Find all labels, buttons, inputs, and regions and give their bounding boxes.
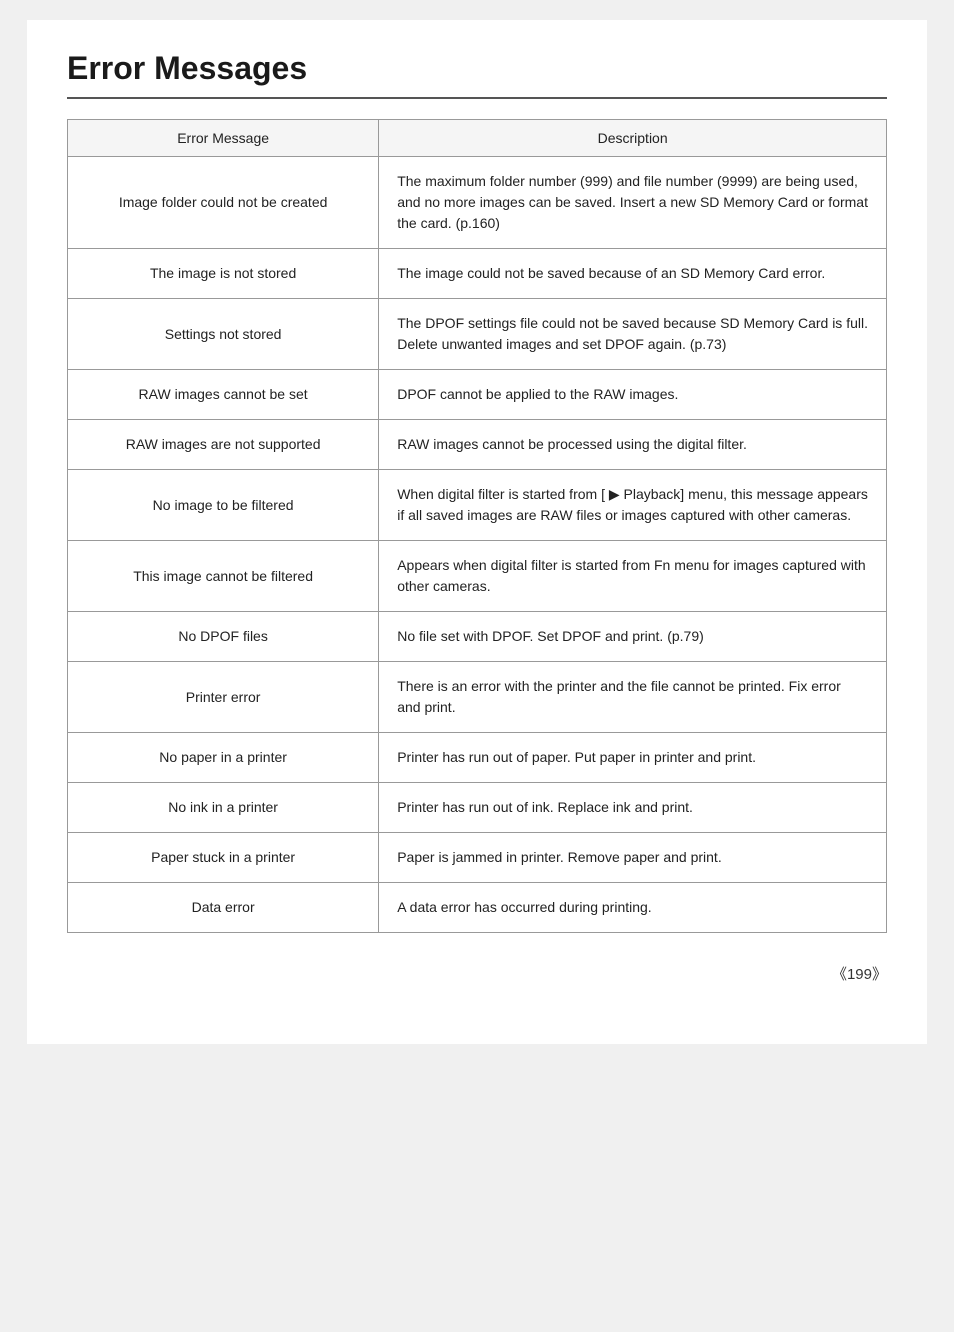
col-error-message-header: Error Message xyxy=(68,120,379,157)
error-message-cell: Image folder could not be created xyxy=(68,157,379,249)
table-row: No image to be filteredWhen digital filt… xyxy=(68,470,887,541)
description-cell: There is an error with the printer and t… xyxy=(379,662,887,733)
description-cell: The maximum folder number (999) and file… xyxy=(379,157,887,249)
table-row: No paper in a printerPrinter has run out… xyxy=(68,733,887,783)
table-row: Image folder could not be createdThe max… xyxy=(68,157,887,249)
error-message-cell: RAW images cannot be set xyxy=(68,370,379,420)
page-number: 《199》 xyxy=(67,963,887,984)
error-message-cell: No ink in a printer xyxy=(68,783,379,833)
description-cell: RAW images cannot be processed using the… xyxy=(379,420,887,470)
description-cell: When digital filter is started from [ ▶ … xyxy=(379,470,887,541)
page-container: Error Messages Error Message Description… xyxy=(27,20,927,1044)
description-cell: No file set with DPOF. Set DPOF and prin… xyxy=(379,612,887,662)
table-row: This image cannot be filteredAppears whe… xyxy=(68,541,887,612)
description-cell: DPOF cannot be applied to the RAW images… xyxy=(379,370,887,420)
table-header-row: Error Message Description xyxy=(68,120,887,157)
error-message-cell: No paper in a printer xyxy=(68,733,379,783)
error-message-cell: This image cannot be filtered xyxy=(68,541,379,612)
description-cell: Appears when digital filter is started f… xyxy=(379,541,887,612)
error-message-cell: Paper stuck in a printer xyxy=(68,833,379,883)
error-message-cell: The image is not stored xyxy=(68,249,379,299)
error-message-cell: Printer error xyxy=(68,662,379,733)
page-title: Error Messages xyxy=(67,50,887,99)
table-row: RAW images are not supportedRAW images c… xyxy=(68,420,887,470)
table-row: Settings not storedThe DPOF settings fil… xyxy=(68,299,887,370)
error-messages-table: Error Message Description Image folder c… xyxy=(67,119,887,933)
table-row: Data errorA data error has occurred duri… xyxy=(68,883,887,933)
table-row: Printer errorThere is an error with the … xyxy=(68,662,887,733)
description-cell: Paper is jammed in printer. Remove paper… xyxy=(379,833,887,883)
error-message-cell: RAW images are not supported xyxy=(68,420,379,470)
description-cell: The DPOF settings file could not be save… xyxy=(379,299,887,370)
error-message-cell: No DPOF files xyxy=(68,612,379,662)
description-cell: The image could not be saved because of … xyxy=(379,249,887,299)
description-cell: Printer has run out of ink. Replace ink … xyxy=(379,783,887,833)
error-message-cell: Data error xyxy=(68,883,379,933)
error-message-cell: No image to be filtered xyxy=(68,470,379,541)
table-row: RAW images cannot be setDPOF cannot be a… xyxy=(68,370,887,420)
table-row: No DPOF filesNo file set with DPOF. Set … xyxy=(68,612,887,662)
error-message-cell: Settings not stored xyxy=(68,299,379,370)
table-row: Paper stuck in a printerPaper is jammed … xyxy=(68,833,887,883)
description-cell: A data error has occurred during printin… xyxy=(379,883,887,933)
col-description-header: Description xyxy=(379,120,887,157)
table-row: No ink in a printerPrinter has run out o… xyxy=(68,783,887,833)
description-cell: Printer has run out of paper. Put paper … xyxy=(379,733,887,783)
table-row: The image is not storedThe image could n… xyxy=(68,249,887,299)
